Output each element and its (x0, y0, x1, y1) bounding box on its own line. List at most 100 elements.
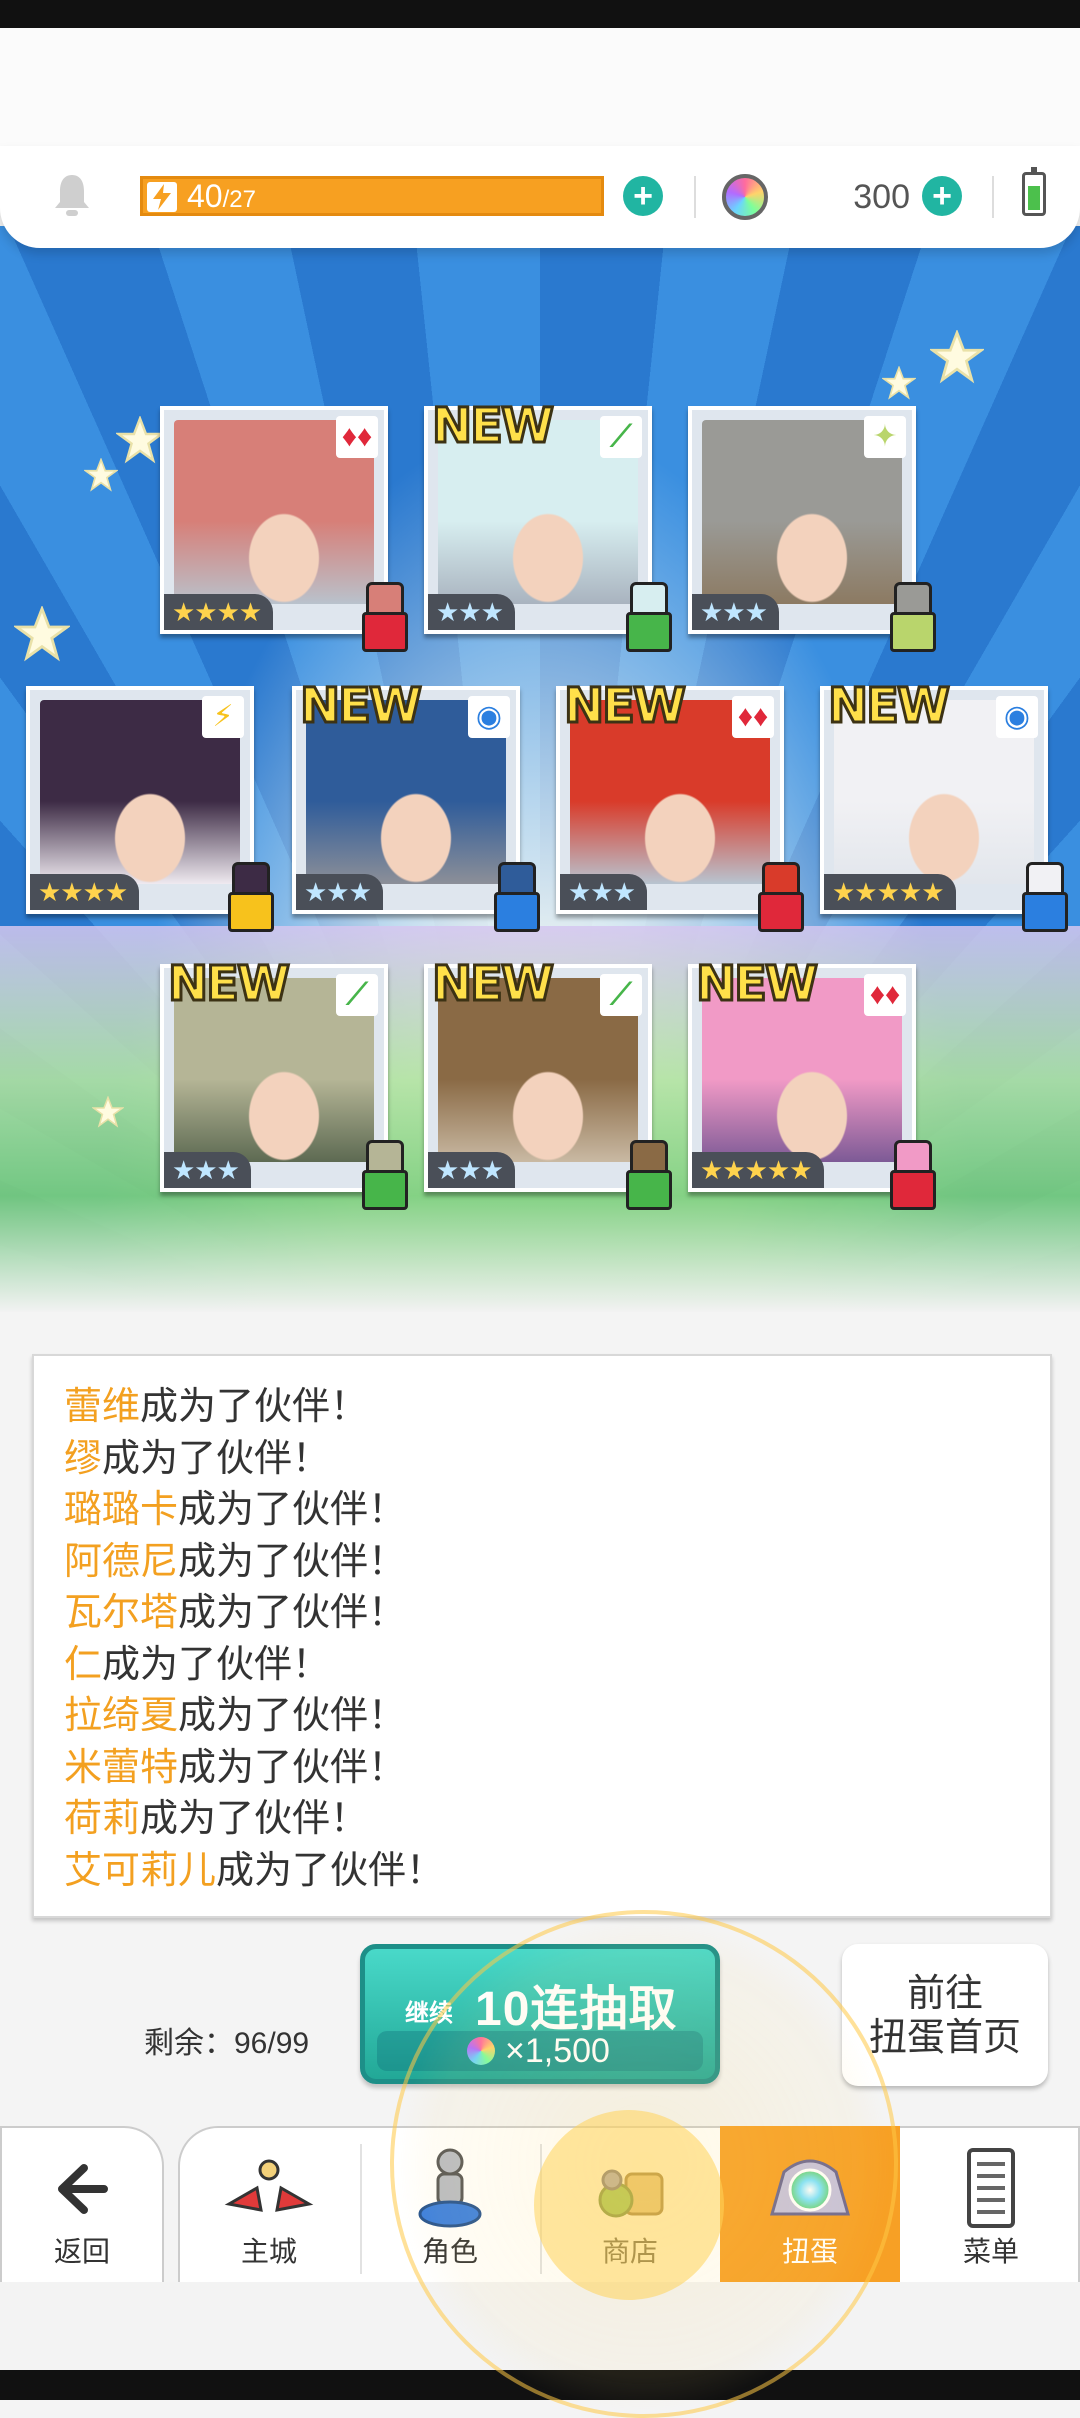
element-icon: ⟋ (600, 974, 642, 1016)
gacha-result-log[interactable]: 蕾维成为了伙伴！ 缪成为了伙伴！ 璐璐卡成为了伙伴！ 阿德尼成为了伙伴！ 瓦尔塔成为了伙… (32, 1354, 1052, 1918)
rarity-stars: ★★★ (428, 594, 515, 630)
result-line: 米蕾特成为了伙伴！ (64, 1743, 1050, 1795)
character-card[interactable]: ◉ ★★★ NEW (292, 677, 540, 932)
continue-label: 继续 (405, 2000, 453, 2027)
new-badge: NEW (299, 677, 424, 736)
element-icon: ⟋ (600, 416, 642, 458)
character-name: 蕾维 (64, 1386, 141, 1428)
result-line: 缪成为了伙伴！ (64, 1434, 1050, 1486)
new-badge: NEW (431, 955, 556, 1014)
energy-gauge: 40/27 (140, 176, 604, 216)
result-line: 阿德尼成为了伙伴！ (64, 1537, 1050, 1589)
character-card[interactable]: ♦♦ ★★★ NEW (556, 677, 804, 932)
tab-menu[interactable]: 菜单 (902, 2126, 1080, 2282)
shop-bag-icon (582, 2144, 678, 2234)
result-line: 瓦尔塔成为了伙伴！ (64, 1588, 1050, 1640)
result-text: 成为了伙伴！ (178, 1592, 407, 1634)
gem-icon (467, 2037, 495, 2065)
element-icon: ♦♦ (864, 974, 906, 1016)
character-card[interactable]: ◉ ★★★★★ NEW (820, 677, 1068, 932)
goto-gacha-home-button[interactable]: 前往 扭蛋首页 (842, 1944, 1048, 2086)
bolt-icon (147, 182, 177, 212)
new-badge: NEW (563, 677, 688, 736)
pull-cost-value: ×1,500 (505, 2032, 610, 2070)
result-line: 蕾维成为了伙伴！ (64, 1382, 1050, 1434)
result-text: 成为了伙伴！ (178, 1540, 407, 1583)
result-text: 成为了伙伴！ (102, 1643, 331, 1686)
pixel-sprite (354, 582, 410, 656)
tab-shop[interactable]: 商店 (542, 2126, 718, 2282)
character-name: 荷莉 (64, 1798, 141, 1840)
rarity-stars: ★★★ (164, 1152, 251, 1188)
result-line: 璐璐卡成为了伙伴！ (64, 1485, 1050, 1537)
castle-icon (221, 2144, 317, 2234)
result-text: 成为了伙伴！ (216, 1849, 445, 1892)
tab-gacha-label: 扭蛋 (781, 2236, 838, 2267)
rarity-stars: ★★★ (296, 874, 383, 910)
character-card[interactable]: ⟋ ★★★ NEW (424, 955, 672, 1210)
divider (694, 176, 696, 218)
element-icon: ◉ (996, 696, 1038, 738)
gacha-machine-icon (762, 2144, 858, 2234)
character-card[interactable]: ⟋ ★★★ NEW (424, 397, 672, 652)
character-card[interactable]: ✦ ★★★ (688, 406, 936, 652)
pixel-sprite (882, 582, 938, 656)
tab-characters-label: 角色 (421, 2236, 478, 2267)
pixel-sprite (1014, 862, 1070, 936)
pixel-sprite (220, 862, 276, 936)
gem-count: 300 (853, 178, 910, 216)
tab-gacha[interactable]: 扭蛋 (720, 2126, 900, 2282)
sparkle-star-icon (83, 457, 119, 492)
rarity-stars: ★★★★★ (692, 1152, 824, 1188)
system-status-bar (0, 0, 1080, 28)
element-icon: ♦♦ (336, 416, 378, 458)
sparkle-star-icon (91, 1095, 125, 1128)
character-card[interactable]: ♦♦ ★★★★ (160, 406, 408, 652)
sparkle-star-icon (12, 604, 72, 662)
add-energy-button[interactable]: + (623, 176, 663, 216)
pixel-sprite (486, 862, 542, 936)
goto-line-2: 扭蛋首页 (868, 2017, 1021, 2059)
menu-list-icon (943, 2144, 1039, 2234)
rarity-stars: ★★★★ (164, 594, 274, 630)
character-name: 瓦尔塔 (64, 1592, 179, 1634)
result-list: 蕾维成为了伙伴！ 缪成为了伙伴！ 璐璐卡成为了伙伴！ 阿德尼成为了伙伴！ 瓦尔塔成为了伙… (34, 1356, 1050, 1897)
pixel-sprite (354, 1140, 410, 1214)
pull-cost: ×1,500 (377, 2031, 703, 2071)
result-text: 成为了伙伴！ (178, 1746, 407, 1789)
sparkle-star-icon (928, 328, 986, 384)
character-card[interactable]: ⟋ ★★★ NEW (160, 955, 408, 1210)
sparkle-star-icon (114, 415, 166, 464)
rarity-stars: ★★★★ (30, 874, 140, 910)
result-text: 成为了伙伴！ (140, 1798, 369, 1840)
gem-icon (722, 174, 768, 220)
bottom-spacer (0, 2282, 1080, 2370)
character-card[interactable]: ⚡ ★★★★ (26, 686, 274, 932)
battery-icon (1022, 167, 1046, 216)
tab-characters[interactable]: 角色 (362, 2126, 538, 2282)
result-line: 荷莉成为了伙伴！ (64, 1794, 1050, 1846)
character-name: 艾可莉儿 (64, 1849, 217, 1892)
character-name: 缪 (64, 1437, 103, 1480)
add-gems-button[interactable]: + (922, 176, 962, 216)
bell-icon[interactable] (52, 172, 92, 218)
pixel-sprite (618, 582, 674, 656)
tab-main-city[interactable]: 主城 (180, 2126, 358, 2282)
goto-line-1: 前往 (906, 1973, 983, 2015)
character-card[interactable]: ♦♦ ★★★★★ NEW (688, 955, 936, 1210)
pull-10-button[interactable]: 继续 10连抽取 ×1,500 (360, 1944, 720, 2084)
pixel-sprite (618, 1140, 674, 1214)
sparkle-star-icon (881, 365, 917, 400)
element-icon: ⚡ (202, 696, 244, 738)
result-text: 成为了伙伴！ (178, 1489, 407, 1531)
pixel-sprite (882, 1140, 938, 1214)
energy-value: 40/27 (187, 178, 256, 214)
result-text: 成为了伙伴！ (140, 1386, 369, 1428)
back-button[interactable]: 返回 (0, 2126, 164, 2282)
back-label: 返回 (53, 2236, 110, 2267)
character-name: 阿德尼 (64, 1540, 179, 1583)
element-icon: ◉ (468, 696, 510, 738)
tab-menu-label: 菜单 (962, 2236, 1019, 2267)
pixel-sprite (750, 862, 806, 936)
pull-10-label: 10连抽取 (475, 1983, 678, 2036)
